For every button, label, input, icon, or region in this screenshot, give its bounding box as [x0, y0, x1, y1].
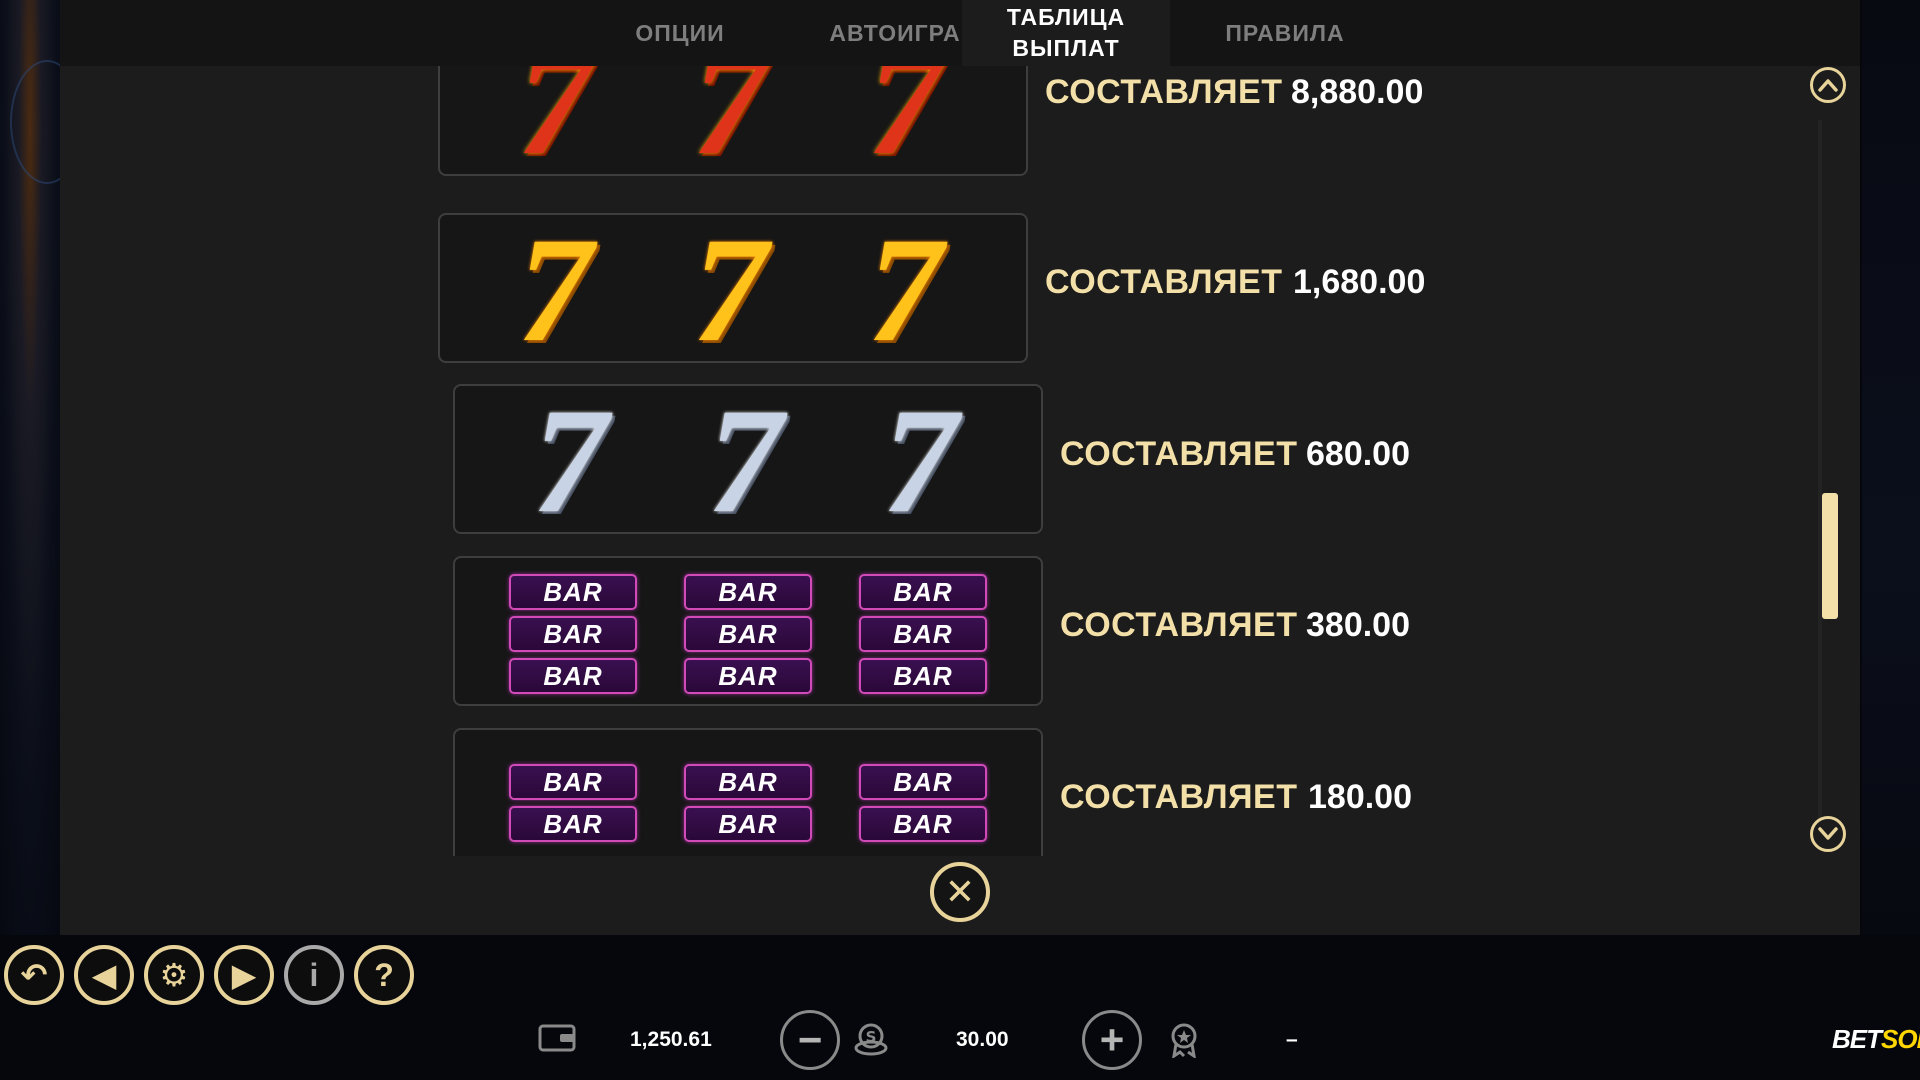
bet-decrease-button[interactable]: −: [780, 1010, 840, 1070]
silver-seven-icon: 7: [707, 378, 783, 544]
bet-increase-button[interactable]: +: [1082, 1010, 1142, 1070]
paytable-list[interactable]: 7 7 7 СОСТАВЛЯЕТ 8,880.00 7 7 7 СОСТАВЛЯ…: [60, 66, 1860, 856]
bar-icon: BAR: [509, 574, 637, 610]
paytable-row: 7 7 7 СОСТАВЛЯЕТ 8,880.00: [438, 66, 1438, 186]
bar-icon: BAR: [684, 574, 812, 610]
tab-rules[interactable]: ПРАВИЛА: [1170, 0, 1400, 66]
triple-bar-icon: BAR BAR BAR: [509, 574, 637, 700]
betsoft-logo: BETSOFT: [1832, 1024, 1920, 1055]
symbol-box: 7 7 7: [438, 66, 1028, 186]
tab-paytable[interactable]: ТАБЛИЦА ВЫПЛАТ: [962, 0, 1170, 66]
win-value: –: [1286, 1028, 1298, 1051]
triple-bar-icon: BAR BAR BAR: [859, 574, 987, 700]
fire-seven-icon: 7: [692, 66, 768, 186]
tab-paytable-label: ТАБЛИЦА ВЫПЛАТ: [1006, 4, 1126, 61]
double-bar-icon: BAR BAR: [684, 764, 812, 848]
background-left: [0, 0, 84, 935]
fire-seven-icon: 7: [867, 66, 943, 186]
gold-seven-icon: 7: [692, 207, 768, 373]
scroll-up-button[interactable]: [1810, 67, 1846, 103]
gear-icon: ⚙: [159, 957, 189, 993]
close-icon: ✕: [944, 871, 976, 912]
bar-icon: BAR: [509, 616, 637, 652]
payout-value: 8,880.00: [1291, 73, 1424, 111]
silver-seven-icon: 7: [882, 378, 958, 544]
help-button[interactable]: ?: [354, 945, 414, 1005]
autoplay-icon: ▶: [231, 957, 257, 993]
help-icon: ?: [374, 956, 394, 993]
settings-button[interactable]: ⚙: [144, 945, 204, 1005]
silver-seven-icon: 7: [532, 378, 608, 544]
brand-part1: BET: [1832, 1024, 1882, 1054]
bar-icon: BAR: [684, 616, 812, 652]
back-button[interactable]: ↶: [4, 945, 64, 1005]
gold-seven-icon: 7: [517, 207, 593, 373]
paytable-row: BAR BAR BAR BAR BAR BAR BAR BAR BAR СОСТ…: [453, 556, 1453, 706]
payout-label: СОСТАВЛЯЕТ: [1045, 73, 1283, 111]
double-bar-icon: BAR BAR: [509, 764, 637, 848]
brand-part2: SOFT: [1881, 1024, 1920, 1054]
payout-value: 380.00: [1306, 606, 1410, 644]
chevron-down-icon: [1818, 827, 1838, 840]
scrollbar-track[interactable]: [1818, 120, 1822, 820]
tab-autoplay-label: АВТОИГРА: [829, 19, 961, 46]
plus-icon: +: [1099, 1016, 1125, 1063]
scrollbar-thumb[interactable]: [1822, 493, 1838, 619]
tab-options-label: ОПЦИИ: [635, 19, 725, 46]
paytable-row: BAR BAR BAR BAR BAR BAR СОСТАВЛЯЕТ 180.0…: [453, 728, 1453, 856]
balance-value: 1,250.61: [630, 1028, 712, 1051]
payout-label: СОСТАВЛЯЕТ: [1060, 606, 1298, 644]
close-strip: ✕: [60, 856, 1860, 935]
wallet-icon: [538, 1022, 576, 1060]
bar-icon: BAR: [509, 658, 637, 694]
symbol-box: BAR BAR BAR BAR BAR BAR: [453, 728, 1043, 856]
minus-icon: −: [797, 1016, 823, 1063]
payout-value: 180.00: [1308, 778, 1412, 816]
bar-icon: BAR: [859, 806, 987, 842]
speaker-icon: ◀: [91, 957, 117, 993]
bar-icon: BAR: [684, 658, 812, 694]
scroll-down-button[interactable]: [1810, 816, 1846, 852]
symbol-box: BAR BAR BAR BAR BAR BAR BAR BAR BAR: [453, 556, 1043, 706]
bar-icon: BAR: [684, 806, 812, 842]
bar-icon: BAR: [509, 806, 637, 842]
coins-icon: S: [853, 1022, 889, 1064]
payout-value: 1,680.00: [1293, 263, 1426, 301]
bar-icon: BAR: [859, 616, 987, 652]
chevron-up-icon: [1818, 79, 1838, 92]
svg-text:S: S: [866, 1028, 877, 1046]
bet-value: 30.00: [956, 1028, 1009, 1051]
fire-seven-icon: 7: [517, 66, 593, 186]
close-button[interactable]: ✕: [930, 862, 990, 922]
gold-seven-icon: 7: [867, 207, 943, 373]
payout-label: СОСТАВЛЯЕТ: [1060, 435, 1298, 473]
bar-icon: BAR: [509, 764, 637, 800]
symbol-box: 7 7 7: [453, 378, 1043, 544]
sound-button[interactable]: ◀: [74, 945, 134, 1005]
paytable-panel: ОПЦИИ АВТОИГРА ТАБЛИЦА ВЫПЛАТ ПРАВИЛА 7 …: [60, 0, 1860, 935]
tab-bar: ОПЦИИ АВТОИГРА ТАБЛИЦА ВЫПЛАТ ПРАВИЛА: [60, 0, 1860, 66]
tab-rules-label: ПРАВИЛА: [1225, 19, 1345, 46]
bar-icon: BAR: [684, 764, 812, 800]
double-bar-icon: BAR BAR: [859, 764, 987, 848]
bar-icon: BAR: [859, 574, 987, 610]
autoplay-button[interactable]: ▶: [214, 945, 274, 1005]
bar-icon: BAR: [859, 658, 987, 694]
background-right: [1862, 0, 1920, 935]
payout-value: 680.00: [1306, 435, 1410, 473]
win-award-icon: [1166, 1022, 1202, 1066]
tab-options[interactable]: ОПЦИИ: [580, 0, 780, 66]
back-arrow-icon: ↶: [20, 957, 48, 993]
info-icon: i: [309, 956, 319, 993]
bar-icon: BAR: [859, 764, 987, 800]
payout-label: СОСТАВЛЯЕТ: [1060, 778, 1298, 816]
triple-bar-icon: BAR BAR BAR: [684, 574, 812, 700]
symbol-box: 7 7 7: [438, 207, 1028, 373]
info-button[interactable]: i: [284, 945, 344, 1005]
payout-label: СОСТАВЛЯЕТ: [1045, 263, 1283, 301]
paytable-row: 7 7 7 СОСТАВЛЯЕТ 680.00: [453, 378, 1453, 544]
paytable-row: 7 7 7 СОСТАВЛЯЕТ 1,680.00: [438, 207, 1438, 373]
